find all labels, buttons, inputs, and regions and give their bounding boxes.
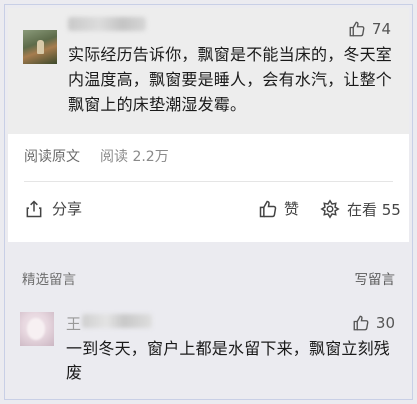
commenter-avatar[interactable] — [20, 312, 54, 346]
read-count: 阅读 2.2万 — [100, 149, 169, 165]
commenter-avatar[interactable] — [23, 30, 57, 64]
comment-like-count: 30 — [375, 314, 395, 332]
top-comment-card: 74 实际经历告诉你，飘窗是不能当床的，冬天室内温度高，飘窗要是睡人，会有水汽，… — [8, 8, 409, 134]
share-label: 分享 — [52, 200, 83, 218]
thumbs-up-icon — [352, 314, 370, 332]
commenter-name-blurred — [68, 17, 146, 31]
comment-text: 实际经历告诉你，飘窗是不能当床的，冬天室内温度高，飘窗要是睡人，会有水汽，让整个… — [68, 45, 393, 114]
comment-like-count: 74 — [371, 20, 391, 38]
wow-label: 在看 55 — [347, 200, 401, 219]
write-comment-link[interactable]: 写留言 — [355, 268, 396, 288]
read-original-link[interactable]: 阅读原文 — [24, 146, 80, 166]
comment-like-button[interactable]: 74 — [348, 20, 391, 38]
comment-like-button[interactable]: 30 — [352, 314, 395, 332]
featured-comments-title: 精选留言 — [22, 272, 76, 288]
thumbs-up-icon — [348, 20, 366, 38]
commenter-name-initial: 王 — [66, 315, 82, 333]
wow-button[interactable]: 在看 55 — [319, 198, 401, 220]
flower-icon — [319, 198, 341, 220]
thumbs-up-icon — [258, 199, 278, 219]
share-button[interactable]: 分享 — [24, 198, 82, 219]
commenter-name-blurred — [82, 314, 152, 328]
like-button[interactable]: 赞 — [258, 198, 299, 219]
article-footer: 阅读原文 阅读 2.2万 分享 赞 在看 55 — [8, 134, 409, 242]
share-icon — [24, 199, 44, 219]
comment-text: 一到冬天，窗户上都是水留下来，飘窗立刻残废 — [66, 339, 391, 382]
like-label: 赞 — [284, 200, 300, 218]
divider — [24, 181, 393, 182]
